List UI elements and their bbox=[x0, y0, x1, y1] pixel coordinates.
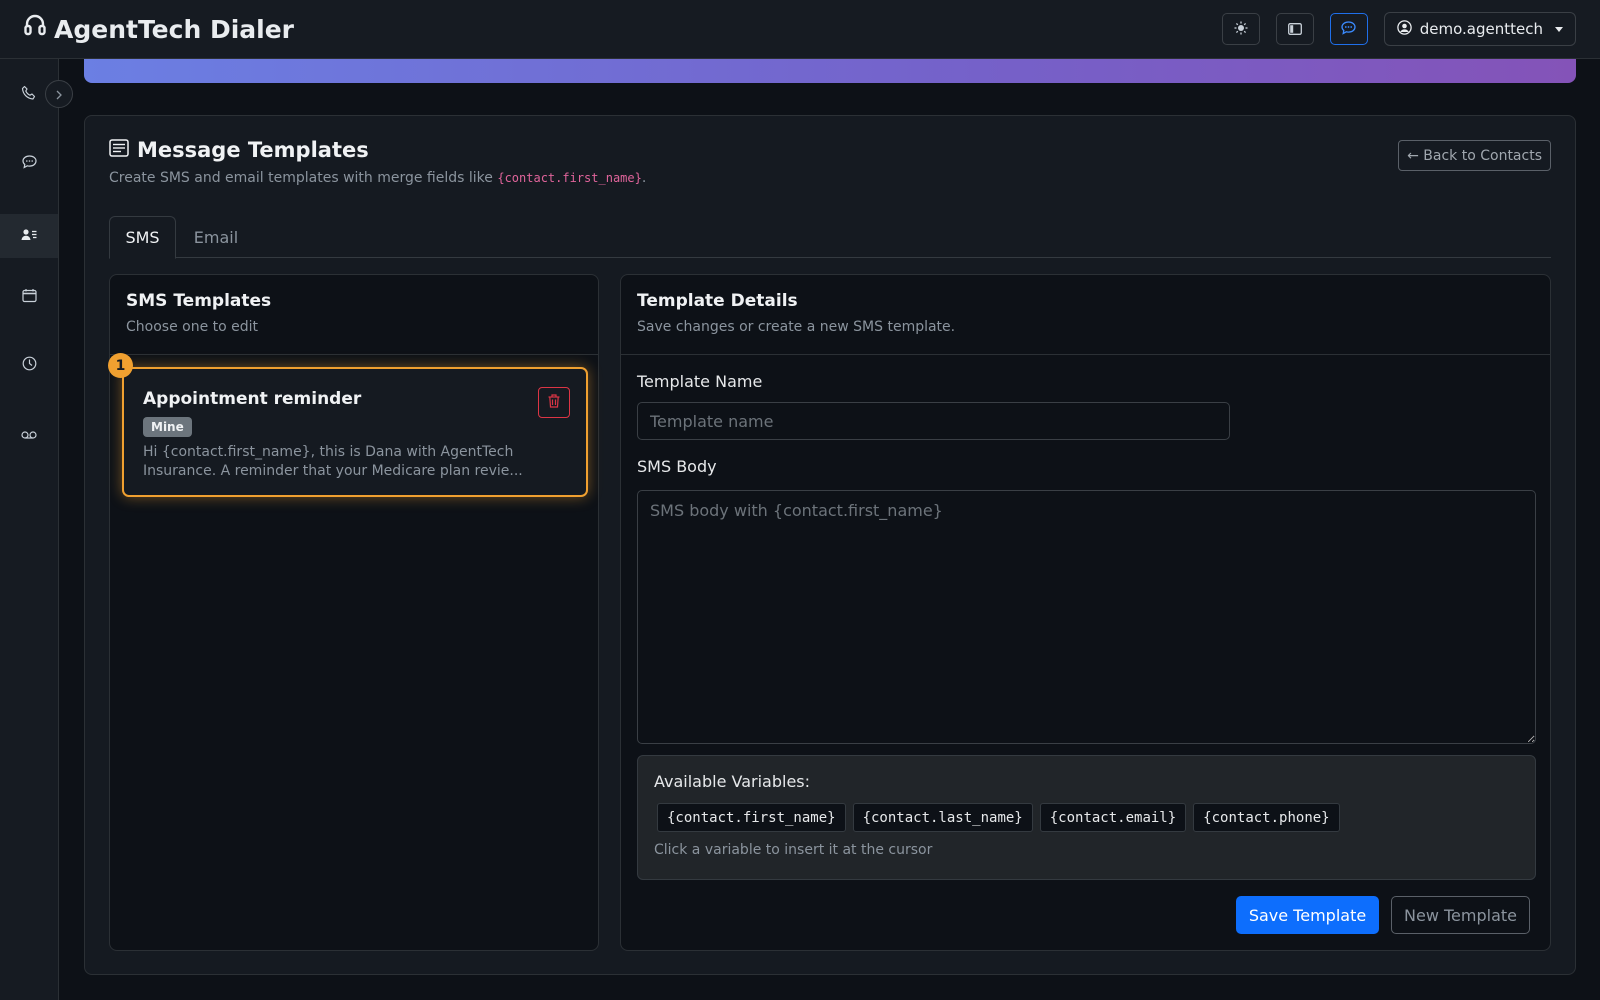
chevron-down-icon bbox=[1555, 26, 1563, 32]
user-name: demo.agenttech bbox=[1419, 20, 1543, 38]
layout-toggle-button[interactable] bbox=[1275, 13, 1314, 45]
sidebar-item-contacts[interactable] bbox=[0, 214, 58, 258]
subtitle-text: Create SMS and email templates with merg… bbox=[109, 170, 498, 186]
templates-card: Message Templates Create SMS and email t… bbox=[84, 115, 1576, 975]
variable-chip-phone[interactable]: {contact.phone} bbox=[1193, 803, 1340, 832]
sidebar-icon bbox=[1287, 20, 1302, 39]
variables-list: {contact.first_name} {contact.last_name}… bbox=[657, 803, 1340, 832]
back-to-contacts-button[interactable]: ← Back to Contacts bbox=[1398, 140, 1551, 171]
sidebar bbox=[0, 59, 59, 1000]
sms-body-label: SMS Body bbox=[637, 457, 717, 476]
owner-badge: Mine bbox=[143, 417, 192, 437]
chat-icon bbox=[1341, 20, 1356, 39]
variables-title: Available Variables: bbox=[654, 772, 811, 791]
chat-toggle-button[interactable] bbox=[1329, 13, 1368, 45]
sidebar-expand-button[interactable] bbox=[45, 80, 73, 108]
variable-chip-first-name[interactable]: {contact.first_name} bbox=[657, 803, 846, 832]
template-details-title: Template Details bbox=[637, 291, 798, 311]
variables-hint: Click a variable to insert it at the cur… bbox=[654, 842, 933, 858]
contacts-icon bbox=[21, 227, 37, 246]
user-menu-button[interactable]: demo.agenttech bbox=[1383, 12, 1576, 46]
template-details-panel: Template Details Save changes or create … bbox=[620, 274, 1551, 951]
tab-email[interactable]: Email bbox=[176, 216, 256, 258]
merge-field-example: {contact.first_name} bbox=[497, 171, 642, 185]
template-preview: Hi {contact.first_name}, this is Dana wi… bbox=[143, 444, 523, 479]
available-variables-box: Available Variables: {contact.first_name… bbox=[637, 755, 1536, 880]
template-name: Appointment reminder bbox=[143, 389, 362, 409]
sms-templates-title: SMS Templates bbox=[126, 291, 272, 311]
trash-icon bbox=[548, 393, 560, 412]
template-name-input[interactable] bbox=[637, 402, 1230, 440]
sms-body-textarea[interactable] bbox=[637, 490, 1536, 744]
template-details-header: Template Details Save changes or create … bbox=[621, 275, 1550, 355]
page-subtitle: Create SMS and email templates with merg… bbox=[109, 170, 646, 186]
sms-templates-panel: SMS Templates Choose one to edit 1 Appoi… bbox=[108, 274, 599, 951]
new-template-button[interactable]: New Template bbox=[1391, 896, 1530, 934]
template-name-label: Template Name bbox=[637, 372, 763, 391]
template-details-subtitle: Save changes or create a new SMS templat… bbox=[637, 319, 956, 335]
variable-chip-email[interactable]: {contact.email} bbox=[1039, 803, 1187, 832]
subtitle-suffix: . bbox=[641, 170, 647, 186]
sidebar-item-voicemail[interactable] bbox=[0, 412, 58, 456]
save-template-button[interactable]: Save Template bbox=[1236, 896, 1379, 934]
app-brand[interactable]: AgentTech Dialer bbox=[24, 14, 294, 44]
sidebar-item-history[interactable] bbox=[0, 343, 58, 387]
sun-icon bbox=[1234, 20, 1248, 39]
sidebar-item-messages[interactable] bbox=[0, 141, 58, 185]
user-circle-icon bbox=[1397, 19, 1412, 39]
header-banner bbox=[84, 59, 1576, 83]
variable-chip-last-name[interactable]: {contact.last_name} bbox=[852, 803, 1033, 832]
headset-icon bbox=[24, 14, 54, 44]
app-title: AgentTech Dialer bbox=[54, 14, 295, 44]
clock-icon bbox=[22, 356, 37, 375]
template-list-item[interactable]: 1 Appointment reminder Mine Hi {contact.… bbox=[108, 353, 588, 497]
template-list-icon bbox=[109, 138, 137, 162]
voicemail-icon bbox=[21, 425, 37, 444]
top-navbar: AgentTech Dialer demo.agenttech bbox=[0, 0, 1600, 59]
calendar-icon bbox=[21, 288, 37, 307]
chat-icon bbox=[21, 154, 37, 173]
delete-template-button[interactable] bbox=[538, 387, 570, 418]
chevron-right-icon bbox=[55, 85, 63, 104]
theme-toggle-button[interactable] bbox=[1221, 13, 1260, 45]
sidebar-item-calendar[interactable] bbox=[0, 275, 58, 319]
tab-sms[interactable]: SMS bbox=[109, 216, 176, 259]
phone-icon bbox=[21, 85, 37, 105]
sms-templates-header: SMS Templates Choose one to edit bbox=[110, 275, 598, 355]
highlight-marker: 1 bbox=[108, 353, 133, 378]
template-type-tabs: SMS Email bbox=[109, 216, 1551, 259]
sms-templates-subtitle: Choose one to edit bbox=[126, 319, 259, 335]
page-title: Message Templates bbox=[109, 138, 369, 162]
page-title-text: Message Templates bbox=[137, 138, 369, 162]
